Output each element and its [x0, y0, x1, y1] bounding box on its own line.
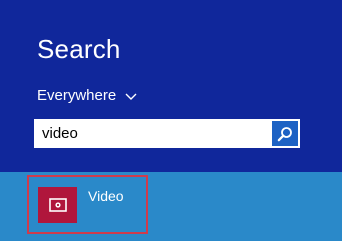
result-item-video[interactable]: Video — [27, 175, 148, 234]
search-charm-pane: Search Everywhere Video — [0, 0, 342, 241]
search-button[interactable] — [272, 121, 298, 146]
search-box — [34, 119, 300, 148]
chevron-down-icon — [125, 93, 137, 100]
search-scope-label: Everywhere — [37, 87, 117, 104]
search-icon — [277, 126, 292, 141]
search-input[interactable] — [34, 119, 270, 148]
video-app-tile — [38, 187, 77, 223]
video-app-icon — [48, 198, 67, 212]
search-title: Search — [37, 34, 121, 64]
result-label: Video — [88, 188, 124, 204]
search-scope-dropdown[interactable]: Everywhere — [37, 87, 137, 105]
